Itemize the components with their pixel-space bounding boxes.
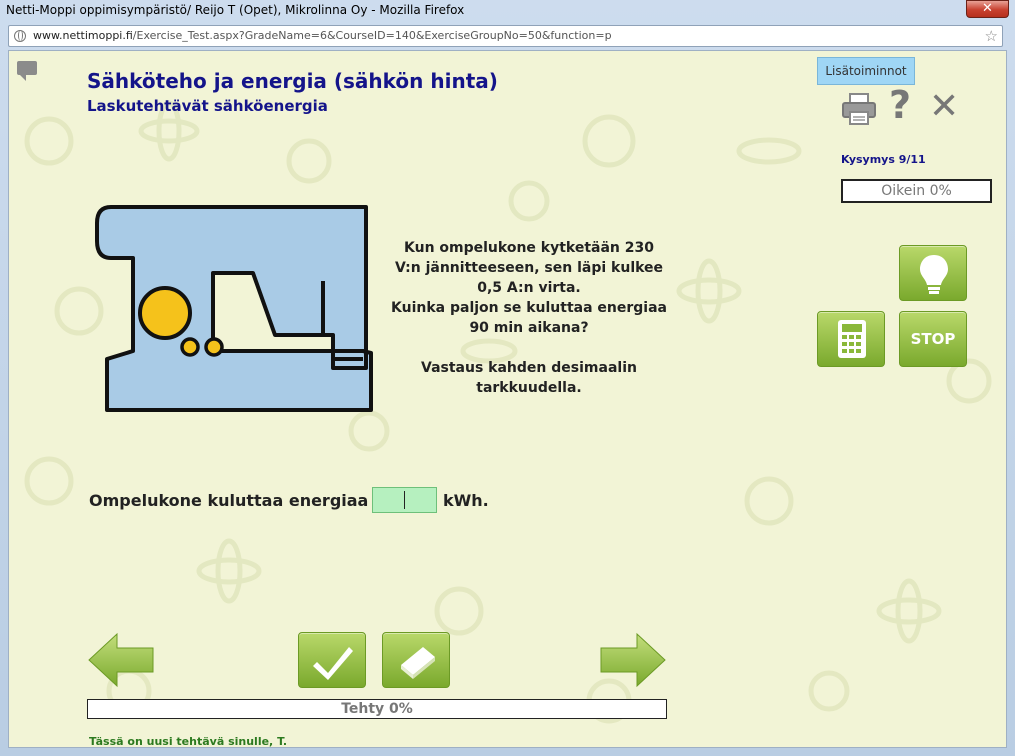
checkmark-icon <box>313 647 353 680</box>
printer-icon[interactable] <box>841 91 877 127</box>
page-content: Sähköteho ja energia (sähkön hinta) Lask… <box>8 50 1007 748</box>
address-bar[interactable]: www.nettimoppi.fi/Exercise_Test.aspx?Gra… <box>8 25 1003 47</box>
answer-input[interactable] <box>372 487 437 513</box>
answer-unit: kWh. <box>443 491 489 510</box>
hint-button[interactable] <box>899 245 967 301</box>
question-icon[interactable]: ? <box>889 83 911 127</box>
question-line-2: Kuinka paljon se kuluttaa energiaa 90 mi… <box>391 300 667 336</box>
arrow-left-icon[interactable] <box>87 632 155 688</box>
globe-icon <box>14 30 26 42</box>
question-line-3: Vastaus kahden desimaalin tarkkuudella. <box>421 360 637 396</box>
page-title: Sähköteho ja energia (sähkön hinta) <box>87 69 498 93</box>
correct-progress-bar: Oikein 0% <box>841 179 992 203</box>
text-caret <box>404 491 405 509</box>
arrow-right-icon[interactable] <box>599 632 667 688</box>
check-answer-button[interactable] <box>298 632 366 688</box>
eraser-button[interactable] <box>382 632 450 688</box>
title-bar: Netti-Moppi oppimisympäristö/ Reijo T (O… <box>0 0 1015 22</box>
window-close-button[interactable]: ✕ <box>966 0 1009 18</box>
question-counter: Kysymys 9/11 <box>841 153 926 166</box>
eraser-icon <box>401 647 435 679</box>
bookmark-star-icon[interactable]: ☆ <box>985 27 998 45</box>
sewing-machine-illustration <box>95 205 373 412</box>
stop-button[interactable]: STOP <box>899 311 967 367</box>
question-line-1: Kun ompelukone kytketään 230 V:n jännitt… <box>394 240 664 296</box>
question-text: Kun ompelukone kytketään 230 V:n jännitt… <box>389 238 669 398</box>
calculator-icon <box>838 320 866 358</box>
window-title: Netti-Moppi oppimisympäristö/ Reijo T (O… <box>6 3 465 17</box>
answer-prompt: Ompelukone kuluttaa energiaa <box>89 491 369 510</box>
url-text[interactable]: www.nettimoppi.fi/Exercise_Test.aspx?Gra… <box>33 29 612 42</box>
calculator-button[interactable] <box>817 311 885 367</box>
comment-icon[interactable] <box>17 61 37 81</box>
url-path: /Exercise_Test.aspx?GradeName=6&CourseID… <box>132 29 612 42</box>
extra-functions-button[interactable]: Lisätoiminnot <box>817 57 915 85</box>
url-domain: www.nettimoppi.fi <box>33 29 133 42</box>
page-subtitle: Laskutehtävät sähköenergia <box>87 97 328 115</box>
status-message: Tässä on uusi tehtävä sinulle, T. <box>89 735 288 748</box>
browser-window: Netti-Moppi oppimisympäristö/ Reijo T (O… <box>0 0 1015 756</box>
done-progress-bar: Tehty 0% <box>87 699 667 719</box>
lightbulb-icon <box>920 255 948 294</box>
close-icon[interactable]: ✕ <box>929 87 959 127</box>
